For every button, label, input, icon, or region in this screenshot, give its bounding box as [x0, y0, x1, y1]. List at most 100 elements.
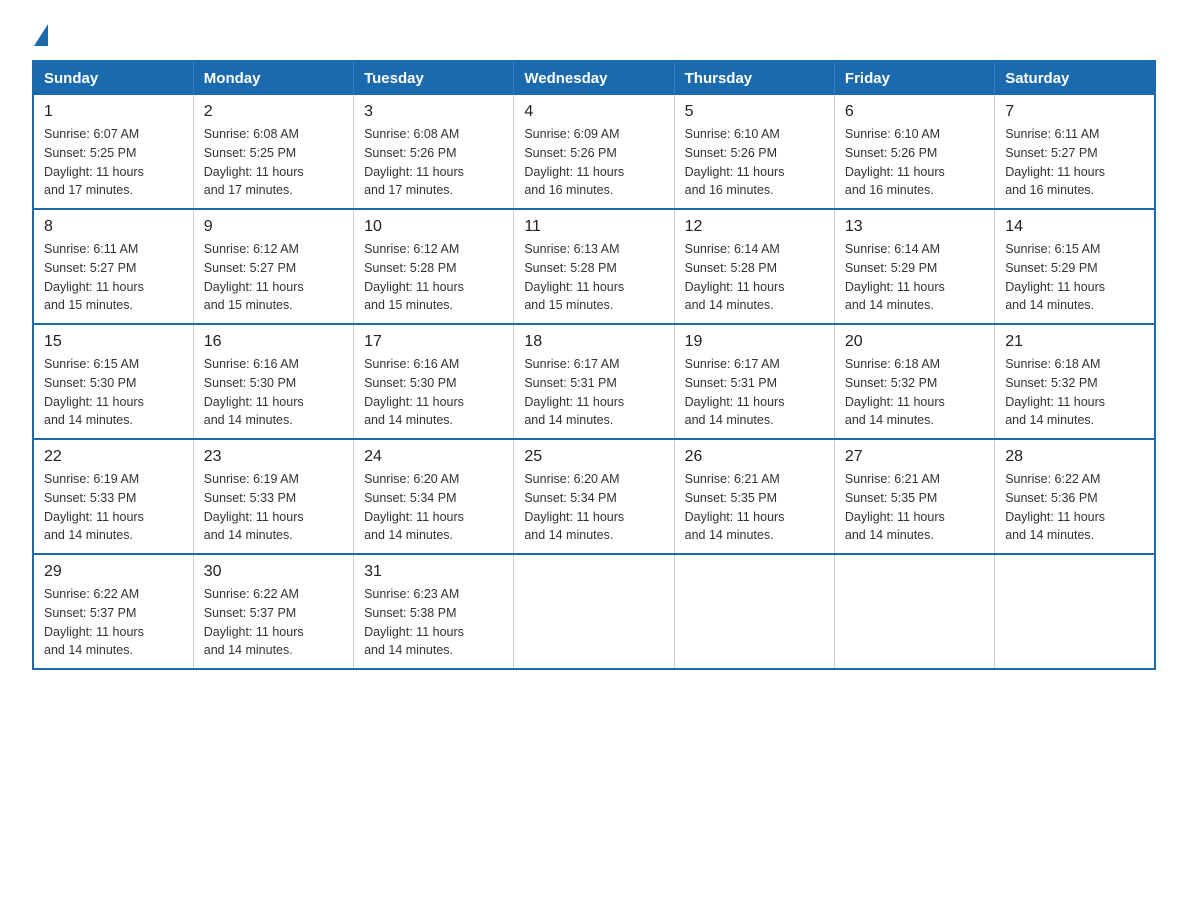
day-info: Sunrise: 6:10 AM Sunset: 5:26 PM Dayligh…	[845, 125, 984, 200]
calendar-cell: 25 Sunrise: 6:20 AM Sunset: 5:34 PM Dayl…	[514, 439, 674, 554]
day-info: Sunrise: 6:11 AM Sunset: 5:27 PM Dayligh…	[1005, 125, 1144, 200]
calendar-header-row: SundayMondayTuesdayWednesdayThursdayFrid…	[33, 61, 1155, 95]
logo	[32, 24, 48, 44]
weekday-header-tuesday: Tuesday	[354, 61, 514, 95]
day-number: 27	[845, 448, 984, 466]
weekday-header-wednesday: Wednesday	[514, 61, 674, 95]
day-info: Sunrise: 6:12 AM Sunset: 5:28 PM Dayligh…	[364, 240, 503, 315]
day-number: 16	[204, 333, 343, 351]
day-info: Sunrise: 6:16 AM Sunset: 5:30 PM Dayligh…	[364, 355, 503, 430]
day-number: 30	[204, 563, 343, 581]
calendar-week-row: 22 Sunrise: 6:19 AM Sunset: 5:33 PM Dayl…	[33, 439, 1155, 554]
day-number: 23	[204, 448, 343, 466]
day-info: Sunrise: 6:20 AM Sunset: 5:34 PM Dayligh…	[364, 470, 503, 545]
calendar-cell: 27 Sunrise: 6:21 AM Sunset: 5:35 PM Dayl…	[834, 439, 994, 554]
day-number: 3	[364, 103, 503, 121]
day-info: Sunrise: 6:08 AM Sunset: 5:26 PM Dayligh…	[364, 125, 503, 200]
day-info: Sunrise: 6:16 AM Sunset: 5:30 PM Dayligh…	[204, 355, 343, 430]
calendar-cell: 18 Sunrise: 6:17 AM Sunset: 5:31 PM Dayl…	[514, 324, 674, 439]
calendar-cell: 14 Sunrise: 6:15 AM Sunset: 5:29 PM Dayl…	[995, 209, 1155, 324]
day-number: 13	[845, 218, 984, 236]
day-number: 10	[364, 218, 503, 236]
day-number: 26	[685, 448, 824, 466]
weekday-header-saturday: Saturday	[995, 61, 1155, 95]
day-info: Sunrise: 6:22 AM Sunset: 5:37 PM Dayligh…	[204, 585, 343, 660]
calendar-cell: 4 Sunrise: 6:09 AM Sunset: 5:26 PM Dayli…	[514, 95, 674, 209]
calendar-cell: 1 Sunrise: 6:07 AM Sunset: 5:25 PM Dayli…	[33, 95, 193, 209]
day-number: 2	[204, 103, 343, 121]
day-number: 12	[685, 218, 824, 236]
weekday-header-monday: Monday	[193, 61, 353, 95]
day-number: 25	[524, 448, 663, 466]
calendar-week-row: 8 Sunrise: 6:11 AM Sunset: 5:27 PM Dayli…	[33, 209, 1155, 324]
day-info: Sunrise: 6:19 AM Sunset: 5:33 PM Dayligh…	[44, 470, 183, 545]
day-info: Sunrise: 6:20 AM Sunset: 5:34 PM Dayligh…	[524, 470, 663, 545]
day-info: Sunrise: 6:21 AM Sunset: 5:35 PM Dayligh…	[845, 470, 984, 545]
day-number: 28	[1005, 448, 1144, 466]
calendar-cell: 24 Sunrise: 6:20 AM Sunset: 5:34 PM Dayl…	[354, 439, 514, 554]
weekday-header-friday: Friday	[834, 61, 994, 95]
day-number: 7	[1005, 103, 1144, 121]
calendar-cell: 12 Sunrise: 6:14 AM Sunset: 5:28 PM Dayl…	[674, 209, 834, 324]
day-info: Sunrise: 6:15 AM Sunset: 5:30 PM Dayligh…	[44, 355, 183, 430]
day-number: 8	[44, 218, 183, 236]
day-info: Sunrise: 6:21 AM Sunset: 5:35 PM Dayligh…	[685, 470, 824, 545]
day-number: 11	[524, 218, 663, 236]
day-number: 21	[1005, 333, 1144, 351]
day-info: Sunrise: 6:19 AM Sunset: 5:33 PM Dayligh…	[204, 470, 343, 545]
calendar-week-row: 29 Sunrise: 6:22 AM Sunset: 5:37 PM Dayl…	[33, 554, 1155, 669]
calendar-cell: 26 Sunrise: 6:21 AM Sunset: 5:35 PM Dayl…	[674, 439, 834, 554]
calendar-cell: 6 Sunrise: 6:10 AM Sunset: 5:26 PM Dayli…	[834, 95, 994, 209]
calendar-cell: 3 Sunrise: 6:08 AM Sunset: 5:26 PM Dayli…	[354, 95, 514, 209]
weekday-header-thursday: Thursday	[674, 61, 834, 95]
calendar-cell: 8 Sunrise: 6:11 AM Sunset: 5:27 PM Dayli…	[33, 209, 193, 324]
day-number: 9	[204, 218, 343, 236]
day-number: 18	[524, 333, 663, 351]
day-info: Sunrise: 6:22 AM Sunset: 5:37 PM Dayligh…	[44, 585, 183, 660]
day-number: 15	[44, 333, 183, 351]
day-info: Sunrise: 6:17 AM Sunset: 5:31 PM Dayligh…	[685, 355, 824, 430]
day-number: 20	[845, 333, 984, 351]
day-number: 5	[685, 103, 824, 121]
day-info: Sunrise: 6:07 AM Sunset: 5:25 PM Dayligh…	[44, 125, 183, 200]
calendar-cell: 5 Sunrise: 6:10 AM Sunset: 5:26 PM Dayli…	[674, 95, 834, 209]
day-number: 4	[524, 103, 663, 121]
day-info: Sunrise: 6:22 AM Sunset: 5:36 PM Dayligh…	[1005, 470, 1144, 545]
calendar-cell: 20 Sunrise: 6:18 AM Sunset: 5:32 PM Dayl…	[834, 324, 994, 439]
weekday-header-sunday: Sunday	[33, 61, 193, 95]
calendar-cell: 16 Sunrise: 6:16 AM Sunset: 5:30 PM Dayl…	[193, 324, 353, 439]
calendar-cell: 15 Sunrise: 6:15 AM Sunset: 5:30 PM Dayl…	[33, 324, 193, 439]
calendar-cell: 22 Sunrise: 6:19 AM Sunset: 5:33 PM Dayl…	[33, 439, 193, 554]
day-info: Sunrise: 6:13 AM Sunset: 5:28 PM Dayligh…	[524, 240, 663, 315]
day-info: Sunrise: 6:17 AM Sunset: 5:31 PM Dayligh…	[524, 355, 663, 430]
day-info: Sunrise: 6:10 AM Sunset: 5:26 PM Dayligh…	[685, 125, 824, 200]
calendar-week-row: 1 Sunrise: 6:07 AM Sunset: 5:25 PM Dayli…	[33, 95, 1155, 209]
calendar-cell: 19 Sunrise: 6:17 AM Sunset: 5:31 PM Dayl…	[674, 324, 834, 439]
day-number: 14	[1005, 218, 1144, 236]
day-info: Sunrise: 6:23 AM Sunset: 5:38 PM Dayligh…	[364, 585, 503, 660]
calendar-cell: 21 Sunrise: 6:18 AM Sunset: 5:32 PM Dayl…	[995, 324, 1155, 439]
day-number: 17	[364, 333, 503, 351]
calendar-week-row: 15 Sunrise: 6:15 AM Sunset: 5:30 PM Dayl…	[33, 324, 1155, 439]
day-number: 6	[845, 103, 984, 121]
day-number: 29	[44, 563, 183, 581]
day-info: Sunrise: 6:14 AM Sunset: 5:28 PM Dayligh…	[685, 240, 824, 315]
day-number: 31	[364, 563, 503, 581]
calendar-cell	[674, 554, 834, 669]
calendar-cell: 7 Sunrise: 6:11 AM Sunset: 5:27 PM Dayli…	[995, 95, 1155, 209]
day-info: Sunrise: 6:12 AM Sunset: 5:27 PM Dayligh…	[204, 240, 343, 315]
calendar-cell	[514, 554, 674, 669]
calendar-cell: 29 Sunrise: 6:22 AM Sunset: 5:37 PM Dayl…	[33, 554, 193, 669]
calendar-cell: 31 Sunrise: 6:23 AM Sunset: 5:38 PM Dayl…	[354, 554, 514, 669]
calendar-cell: 23 Sunrise: 6:19 AM Sunset: 5:33 PM Dayl…	[193, 439, 353, 554]
day-number: 22	[44, 448, 183, 466]
calendar-cell: 10 Sunrise: 6:12 AM Sunset: 5:28 PM Dayl…	[354, 209, 514, 324]
calendar-cell	[834, 554, 994, 669]
day-info: Sunrise: 6:18 AM Sunset: 5:32 PM Dayligh…	[1005, 355, 1144, 430]
calendar-cell: 28 Sunrise: 6:22 AM Sunset: 5:36 PM Dayl…	[995, 439, 1155, 554]
page-header	[32, 24, 1156, 44]
calendar-cell: 17 Sunrise: 6:16 AM Sunset: 5:30 PM Dayl…	[354, 324, 514, 439]
calendar-cell: 9 Sunrise: 6:12 AM Sunset: 5:27 PM Dayli…	[193, 209, 353, 324]
day-info: Sunrise: 6:11 AM Sunset: 5:27 PM Dayligh…	[44, 240, 183, 315]
day-number: 24	[364, 448, 503, 466]
